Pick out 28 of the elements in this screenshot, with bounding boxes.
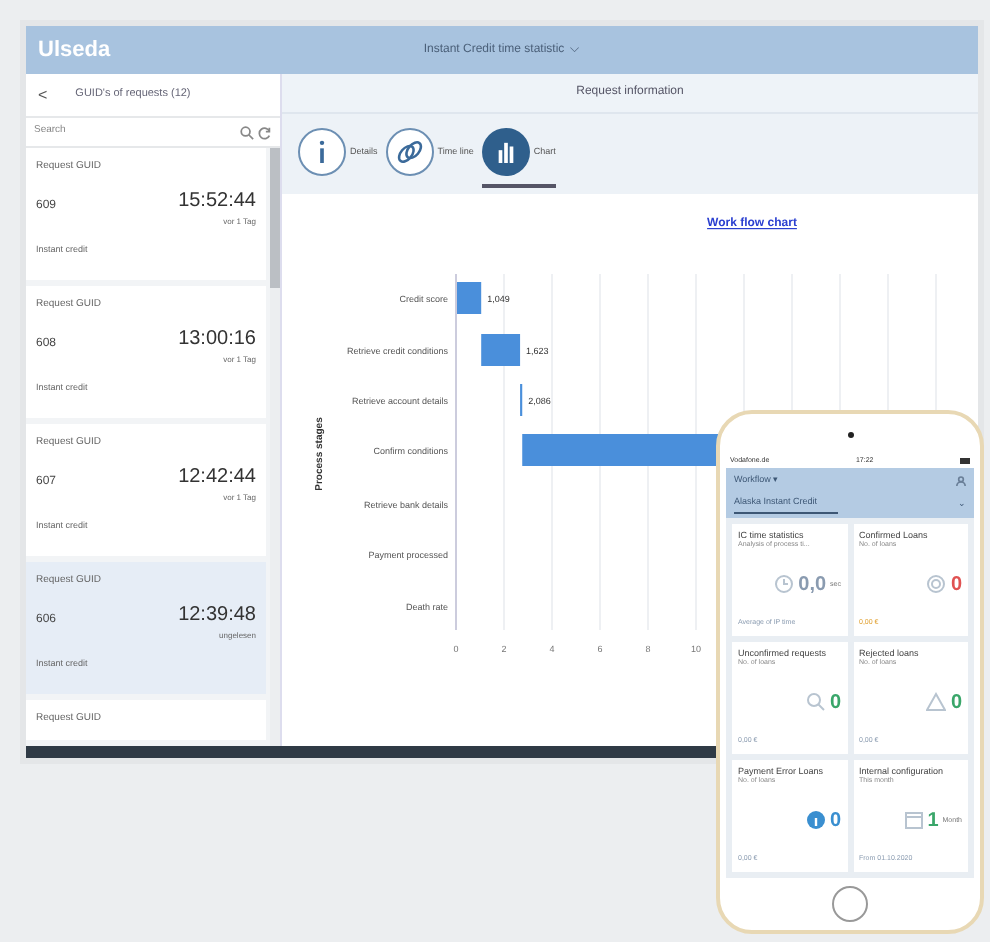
calendar-icon [903, 810, 924, 831]
search-icon[interactable] [240, 125, 254, 139]
user-icon[interactable] [956, 475, 966, 486]
info-icon [298, 128, 346, 176]
tile-value: 0 [950, 689, 962, 718]
search-icon [805, 692, 826, 713]
camera-icon [847, 431, 853, 437]
battery-icon [960, 458, 970, 464]
tile-value: 0 [829, 807, 841, 836]
clock-icon [774, 574, 795, 595]
tile-value: 0 [950, 571, 962, 600]
paperclip-icon [385, 128, 434, 176]
warning-icon [926, 692, 947, 713]
bar-chart-icon [481, 128, 530, 176]
info-icon [805, 810, 826, 831]
refresh-icon[interactable] [258, 125, 272, 139]
scrollbar-thumb[interactable] [270, 148, 280, 288]
tile-value: 0 [829, 689, 841, 718]
tile-value: 0,0 [798, 571, 827, 600]
home-button[interactable] [832, 886, 868, 922]
request-time: 15:52:44 [178, 187, 256, 215]
tile-value: 1 [927, 807, 939, 836]
logo: Ulseda [38, 35, 111, 66]
coin-icon [926, 574, 947, 595]
request-time: 12:39:48 [178, 601, 256, 629]
request-time: 13:00:16 [178, 325, 256, 353]
request-time: 12:42:44 [178, 463, 256, 491]
back-button[interactable]: < [38, 83, 48, 107]
